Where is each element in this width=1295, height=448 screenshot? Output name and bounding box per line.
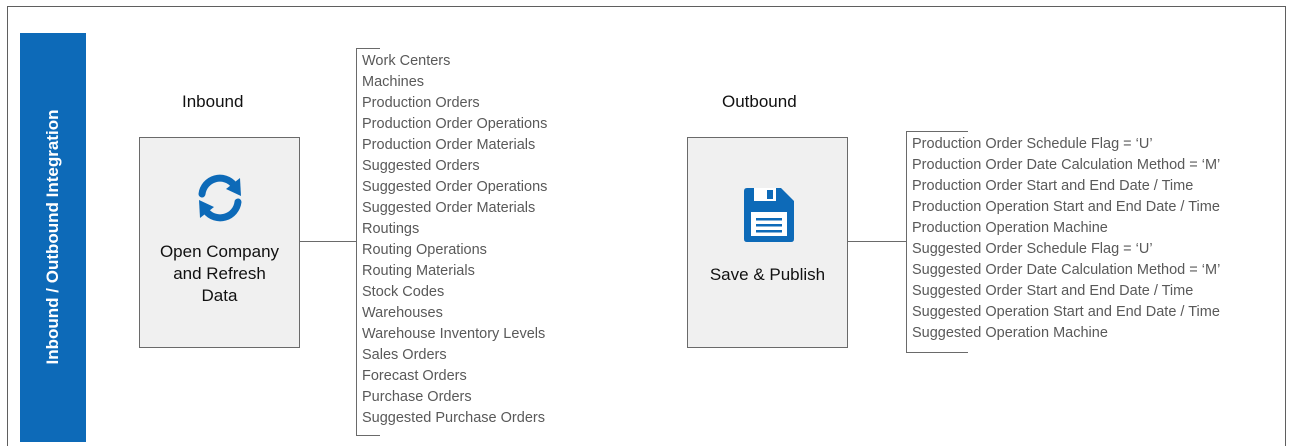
list-item: Sales Orders <box>362 347 447 363</box>
inbound-connector <box>300 241 356 242</box>
list-item: Suggested Operation Machine <box>912 325 1108 341</box>
list-item: Routings <box>362 221 420 237</box>
list-item: Suggested Order Schedule Flag = ‘U’ <box>912 241 1153 257</box>
save-icon <box>744 188 794 242</box>
list-item: Warehouses <box>362 305 443 321</box>
list-item: Production Orders <box>362 95 480 111</box>
list-item: Production Operation Machine <box>912 220 1108 236</box>
inbound-list: Work Centers Machines Production Orders Pro… <box>362 51 547 429</box>
list-item: Suggested Order Operations <box>362 179 548 195</box>
list-item: Production Order Materials <box>362 137 536 153</box>
refresh-icon <box>198 174 242 222</box>
outbound-connector <box>848 241 906 242</box>
list-item: Suggested Order Date Calculation Method … <box>912 262 1221 278</box>
outbound-box: Save & Publish <box>687 137 848 348</box>
list-item: Suggested Order Materials <box>362 200 536 216</box>
list-item: Purchase Orders <box>362 389 472 405</box>
list-item: Production Order Schedule Flag = ‘U’ <box>912 136 1153 152</box>
list-item: Routing Materials <box>362 263 475 279</box>
list-item: Production Order Operations <box>362 116 548 132</box>
outbound-box-label: Save & Publish <box>709 265 826 284</box>
list-item: Work Centers <box>362 53 451 69</box>
list-item: Forecast Orders <box>362 368 467 384</box>
list-item: Routing Operations <box>362 242 487 258</box>
inbound-heading: Inbound <box>182 92 244 111</box>
outbound-heading: Outbound <box>722 92 797 111</box>
list-item: Suggested Order Start and End Date / Tim… <box>912 283 1194 299</box>
list-item: Stock Codes <box>362 284 445 300</box>
list-item: Production Order Date Calculation Method… <box>912 157 1221 173</box>
sidebar-title: Inbound / Outbound Integration <box>43 109 62 365</box>
list-item: Production Operation Start and End Date … <box>912 199 1220 215</box>
list-item: Suggested Purchase Orders <box>362 410 545 426</box>
inbound-box-label: Open Company and Refresh Data <box>159 242 280 305</box>
list-item: Machines <box>362 74 425 90</box>
list-item: Suggested Orders <box>362 158 480 174</box>
list-item: Warehouse Inventory Levels <box>362 326 546 342</box>
outbound-list: Production Order Schedule Flag = ‘U’ Prod… <box>912 134 1220 344</box>
list-item: Suggested Operation Start and End Date /… <box>912 304 1220 320</box>
list-item: Production Order Start and End Date / Ti… <box>912 178 1194 194</box>
inbound-box: Open Company and Refresh Data <box>139 137 300 348</box>
